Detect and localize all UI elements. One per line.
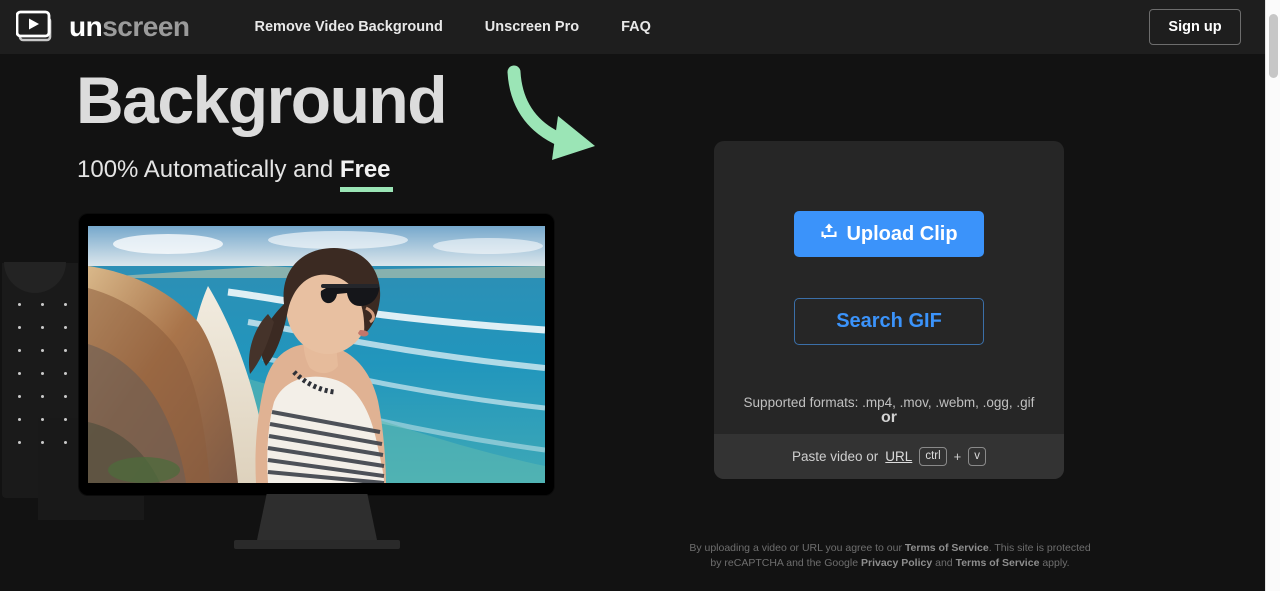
paste-url-link[interactable]: URL <box>885 449 912 464</box>
key-ctrl: ctrl <box>919 446 947 467</box>
upload-clip-button[interactable]: Upload Clip <box>794 211 984 257</box>
video-preview[interactable] <box>88 226 545 483</box>
legal-line1-a: By uploading a video or URL you agree to… <box>689 542 905 554</box>
terms-of-service-link-2[interactable]: Terms of Service <box>956 557 1040 569</box>
search-gif-button[interactable]: Search GIF <box>794 298 984 345</box>
page-scrollbar-thumb[interactable] <box>1269 14 1278 78</box>
video-play-stack-icon <box>15 10 60 44</box>
legal-line2-c: and <box>932 557 956 570</box>
privacy-policy-link[interactable]: Privacy Policy <box>861 557 932 569</box>
page-root: unscreen Remove Video Background Unscree… <box>0 0 1280 591</box>
monitor-base <box>234 540 400 549</box>
legal-line1-c: . This site is protected <box>988 542 1091 554</box>
page-subtitle-highlight: Free <box>339 156 391 183</box>
nav-item-faq[interactable]: FAQ <box>621 19 651 35</box>
paste-label: Paste video or <box>791 449 879 464</box>
supported-formats-text: Supported formats: .mp4, .mov, .webm, .o… <box>743 395 1035 410</box>
upload-clip-label: Upload Clip <box>846 222 958 245</box>
main-nav: Remove Video Background Unscreen Pro FAQ <box>255 19 693 35</box>
sign-up-button[interactable]: Sign up <box>1149 9 1241 45</box>
legal-disclaimer: By uploading a video or URL you agree to… <box>640 541 1140 571</box>
or-separator-label: or <box>881 409 897 426</box>
nav-item-remove-video-background[interactable]: Remove Video Background <box>255 19 443 35</box>
nav-item-unscreen-pro[interactable]: Unscreen Pro <box>485 19 579 35</box>
page-scrollbar-track[interactable] <box>1265 0 1280 591</box>
upload-panel-body: or <box>714 141 1064 436</box>
legal-line2-e: apply. <box>1039 557 1070 570</box>
monitor-bezel <box>79 214 554 495</box>
logo[interactable]: unscreen <box>15 10 190 44</box>
upload-icon <box>820 222 838 246</box>
page-subtitle-prefix: 100% Automatically and <box>77 156 340 183</box>
logo-text-screen: screen <box>102 11 190 42</box>
terms-of-service-link-1[interactable]: Terms of Service <box>905 542 989 554</box>
curved-arrow-icon <box>500 60 610 170</box>
logo-text-un: un <box>69 11 103 42</box>
legal-line2-a: by reCAPTCHA and the Google <box>710 557 861 570</box>
paste-video-bar[interactable]: Paste video or URL ctrl + v <box>714 434 1064 479</box>
page-subtitle: 100% Automatically and Free <box>77 156 391 184</box>
key-v: v <box>968 446 986 467</box>
logo-text: unscreen <box>69 13 190 41</box>
key-plus: + <box>953 449 962 464</box>
monitor-neck <box>257 494 377 540</box>
page-title: Background <box>76 63 448 137</box>
site-header: unscreen Remove Video Background Unscree… <box>0 0 1265 54</box>
